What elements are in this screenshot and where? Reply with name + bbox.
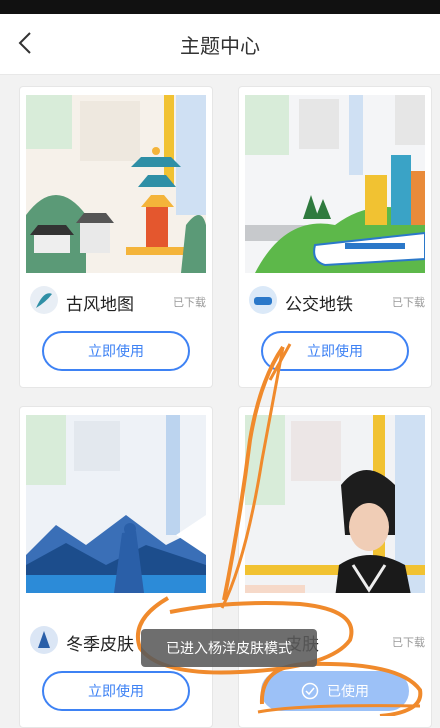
theme-preview-image[interactable]: [245, 415, 425, 593]
theme-preview-image[interactable]: [245, 95, 425, 273]
toast-message: 已进入杨洋皮肤模式: [141, 629, 317, 667]
in-use-button[interactable]: 已使用: [261, 671, 409, 711]
theme-card-ancient-map: 古风地图 已下载 立即使用: [19, 86, 213, 388]
in-use-label: 已使用: [327, 684, 369, 700]
status-bar: [0, 0, 440, 14]
nav-bar: 主题中心: [0, 14, 440, 75]
theme-name: 公交地铁: [285, 295, 353, 315]
page-title: 主题中心: [180, 34, 260, 58]
use-now-button[interactable]: 立即使用: [261, 331, 409, 371]
theme-thumbnail-icon: [30, 286, 58, 314]
downloaded-status: 已下载: [173, 296, 206, 309]
theme-preview-image[interactable]: [26, 415, 206, 593]
use-now-button[interactable]: 立即使用: [42, 331, 190, 371]
theme-preview-image[interactable]: [26, 95, 206, 273]
downloaded-status: 已下载: [392, 636, 425, 649]
theme-name: 冬季皮肤: [66, 635, 134, 655]
theme-card-winter: 冬季皮肤 立即使用: [19, 406, 213, 728]
use-now-button[interactable]: 立即使用: [42, 671, 190, 711]
theme-card-transit: 公交地铁 已下载 立即使用: [238, 86, 432, 388]
downloaded-status: 已下载: [392, 296, 425, 309]
theme-thumbnail-icon: [30, 626, 58, 654]
check-circle-icon: [301, 682, 319, 700]
theme-thumbnail-icon: [249, 286, 277, 314]
theme-name: 古风地图: [66, 295, 134, 315]
theme-card-yangyang: 皮肤 已下载 已使用: [238, 406, 432, 728]
